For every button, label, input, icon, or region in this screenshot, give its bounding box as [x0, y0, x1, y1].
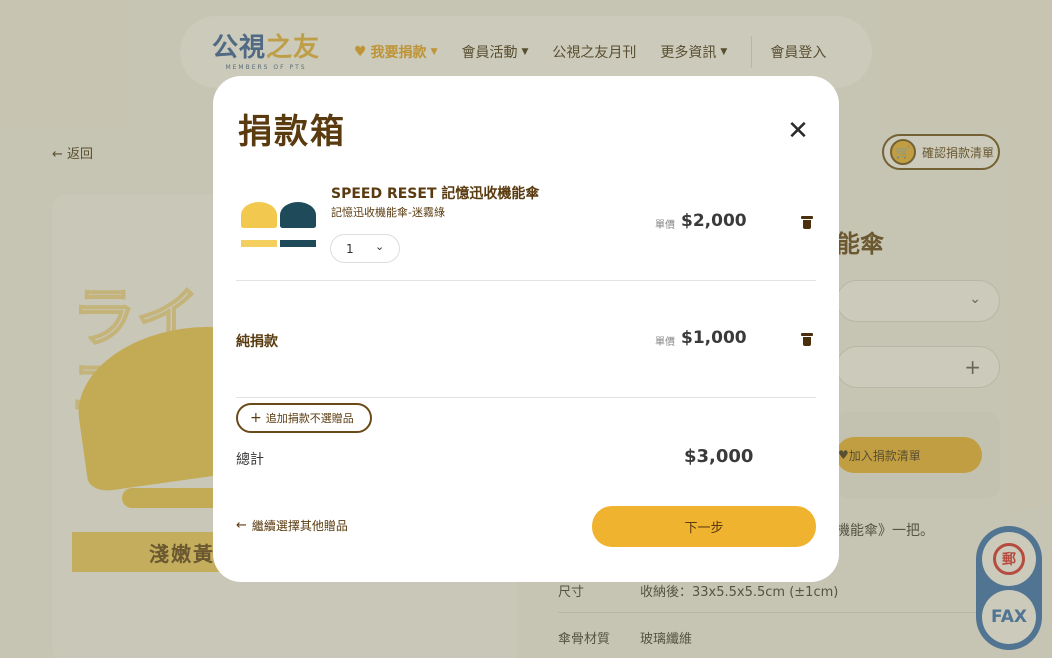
total-value: $3,000 [684, 446, 754, 467]
next-step-button[interactable]: 下一步 [592, 506, 816, 547]
item-name: 純捐款 [236, 334, 278, 350]
continue-selecting-link[interactable]: ← 繼續選擇其他贈品 [236, 517, 348, 534]
add-donation-button[interactable]: + 追加捐款不選贈品 [236, 403, 372, 433]
item-price: $2,000 [681, 211, 747, 231]
item-variant: 記憶迅收機能傘-迷霧綠 [331, 206, 445, 219]
chevron-down-icon: ⌄ [375, 240, 385, 253]
quantity-select[interactable]: 1 ⌄ [330, 234, 400, 263]
product-thumbnail [238, 194, 318, 252]
close-icon[interactable]: ✕ [783, 116, 813, 146]
donation-box-modal: 捐款箱 ✕ SPEED RESET 記憶迅收機能傘 記憶迅收機能傘-迷霧綠 1 … [213, 76, 839, 582]
item-price: $1,000 [681, 328, 747, 348]
unit-price-label: 單價 [655, 220, 675, 231]
trash-icon[interactable] [801, 216, 813, 230]
item-divider [236, 397, 816, 398]
item-name: SPEED RESET 記憶迅收機能傘 [331, 186, 540, 202]
item-divider [236, 280, 816, 281]
arrow-left-icon: ← [236, 518, 247, 533]
trash-icon[interactable] [801, 333, 813, 347]
plus-icon: + [250, 410, 262, 426]
modal-title: 捐款箱 [238, 112, 346, 152]
total-label: 總計 [236, 452, 264, 468]
unit-price-label: 單價 [655, 337, 675, 348]
